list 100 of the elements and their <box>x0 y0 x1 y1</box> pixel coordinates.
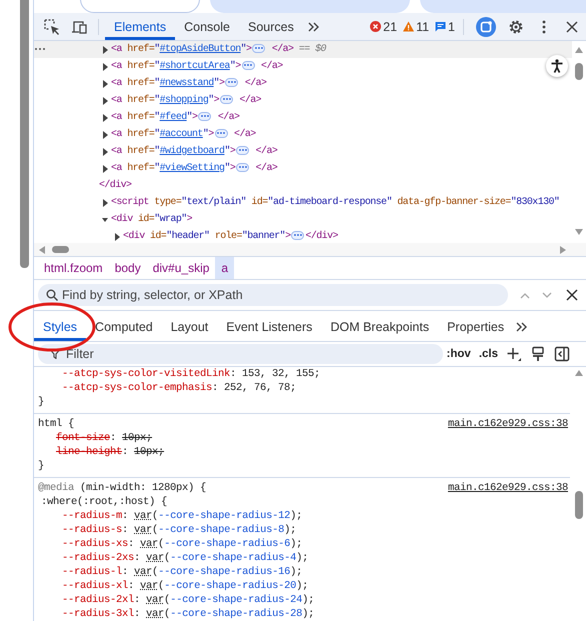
class-toggle[interactable]: .cls <box>474 348 502 360</box>
page-scrollbar[interactable] <box>20 0 29 268</box>
ellipsis-icon <box>238 166 247 168</box>
collapsed-triangle-icon[interactable] <box>102 62 108 70</box>
issue-count[interactable]: 21 <box>383 20 398 34</box>
sidebar-tab[interactable]: Properties <box>438 315 514 341</box>
ellipsis-icon <box>217 132 226 134</box>
person-icon <box>551 59 563 73</box>
dom-node-line[interactable]: <a href="#shopping"> </a> <box>111 94 262 106</box>
closing-brace: } <box>38 396 44 408</box>
assistant-icon[interactable] <box>476 16 496 36</box>
dom-node-line[interactable]: <div id="header" role="banner"> </div> <box>123 230 338 242</box>
dom-node-line[interactable]: <a href="#topAsideButton"> </a> == $0 <box>111 44 326 56</box>
dom-node-line[interactable]: <a href="#widgetboard"> </a> <box>111 146 278 158</box>
css-selector: :where(:root,:host) { <box>41 496 168 508</box>
collapsed-triangle-icon[interactable] <box>102 46 108 54</box>
accessibility-button[interactable] <box>546 55 568 77</box>
href-link[interactable]: #shortcutArea <box>160 61 230 72</box>
sidebar-tab[interactable]: Event Listeners <box>217 315 322 341</box>
href-link[interactable]: #feed <box>160 112 187 124</box>
href-link[interactable]: #widgetboard <box>160 146 224 158</box>
css-property: --atcp-sys-color-visitedLink: 153, 32, 155; <box>61 367 322 381</box>
breadcrumb[interactable]: div#u_skip <box>146 257 216 279</box>
close-icon[interactable] <box>564 18 580 34</box>
collapsed-content-button[interactable] <box>236 162 250 172</box>
scroll-right-icon[interactable] <box>560 246 566 254</box>
collapsed-content-button[interactable] <box>198 112 212 121</box>
collapsed-content-button[interactable] <box>291 230 304 240</box>
scroll-thumb[interactable] <box>575 63 583 80</box>
source-link[interactable]: main.c162e929.css:38 <box>448 481 568 495</box>
dom-node-line[interactable]: <a href="#viewSetting"> </a> <box>111 162 278 174</box>
scroll-up-icon[interactable] <box>575 47 583 53</box>
panel-tab[interactable]: Console <box>175 13 239 40</box>
more-icon[interactable] <box>34 46 46 52</box>
close-icon[interactable] <box>566 289 578 301</box>
sidebar-toggle-icon[interactable] <box>554 346 570 362</box>
inspect-icon[interactable] <box>44 18 60 34</box>
href-link[interactable]: #topAsideButton <box>160 44 241 56</box>
device-toolbar-icon[interactable] <box>71 18 87 34</box>
collapsed-triangle-icon[interactable] <box>102 164 108 172</box>
settings-icon[interactable] <box>508 18 524 34</box>
breadcrumb[interactable]: body <box>108 257 147 279</box>
expanded-triangle-icon[interactable] <box>102 216 108 224</box>
scroll-thumb[interactable] <box>52 246 69 253</box>
collapsed-triangle-icon[interactable] <box>102 148 108 156</box>
dom-node-line[interactable]: <a href="#feed"> </a> <box>111 112 240 124</box>
collapsed-content-button[interactable] <box>242 60 255 70</box>
warning-icon <box>403 21 414 32</box>
css-property: --radius-l: var(--core-shape-radius-16); <box>61 565 304 579</box>
issue-count[interactable]: 11 <box>416 20 430 34</box>
collapsed-content-button[interactable] <box>225 78 238 87</box>
sidebar-tab[interactable]: Layout <box>162 315 218 341</box>
more-tabs-icon[interactable] <box>515 321 528 333</box>
dom-node-line[interactable]: <div id="wrap"> <box>111 214 192 225</box>
href-link[interactable]: #viewSetting <box>160 163 224 174</box>
filter-field[interactable]: Filter <box>38 344 443 364</box>
ellipsis-icon <box>254 47 263 50</box>
paint-roller-icon[interactable] <box>530 346 546 362</box>
collapsed-triangle-icon[interactable] <box>102 80 108 88</box>
collapsed-content-button[interactable] <box>236 146 250 155</box>
collapsed-triangle-icon[interactable] <box>114 232 120 240</box>
scroll-down-icon[interactable] <box>575 229 583 235</box>
ellipsis-icon <box>228 81 236 84</box>
breadcrumb[interactable]: a <box>215 257 234 279</box>
hover-state-toggle[interactable]: :hov <box>442 348 475 360</box>
scroll-left-icon[interactable] <box>39 246 45 254</box>
dom-node-line[interactable]: <a href="#account"> </a> <box>111 128 256 140</box>
collapsed-triangle-icon[interactable] <box>102 114 108 122</box>
dom-node-line[interactable]: <script type="text/plain" id="ad-timeboard-response" data-gfp-banner-size="830x130" <box>111 197 560 208</box>
css-property: --radius-3xl: var(--core-shape-radius-28); <box>61 607 316 621</box>
scroll-thumb[interactable] <box>575 491 583 519</box>
filter-icon <box>50 349 60 359</box>
collapsed-content-button[interactable] <box>220 94 234 104</box>
collapsed-content-button[interactable] <box>252 44 266 53</box>
add-rule-icon[interactable] <box>506 346 522 362</box>
search-icon <box>46 289 58 301</box>
collapsed-triangle-icon[interactable] <box>102 130 108 138</box>
css-property: --radius-s: var(--core-shape-radius-8); <box>61 523 298 537</box>
scroll-up-icon[interactable] <box>575 370 583 376</box>
href-link[interactable]: #shopping <box>160 95 208 106</box>
href-link[interactable]: #account <box>160 129 203 140</box>
more-tabs-icon[interactable] <box>306 20 319 32</box>
dom-node-line[interactable]: <a href="#shortcutArea"> </a> <box>111 60 283 72</box>
sidebar-tab[interactable]: Computed <box>86 315 162 341</box>
dom-node-line[interactable]: <a href="#newsstand"> </a> <box>111 78 266 90</box>
dom-closing-tag: </div> <box>99 180 132 191</box>
css-property: --radius-xl: var(--core-shape-radius-20); <box>61 579 310 593</box>
search-field[interactable]: Find by string, selector, or XPath <box>38 284 508 306</box>
horizontal-scrollbar[interactable] <box>34 243 586 257</box>
collapsed-content-button[interactable] <box>214 128 228 138</box>
sidebar-tab[interactable]: DOM Breakpoints <box>321 315 438 341</box>
panel-tab[interactable]: Sources <box>238 13 303 40</box>
href-link[interactable]: #newsstand <box>160 78 214 90</box>
source-link[interactable]: main.c162e929.css:38 <box>448 417 568 431</box>
selected-row[interactable]: <a href="#topAsideButton"> </a> == $0 <box>34 41 572 58</box>
collapsed-triangle-icon[interactable] <box>102 198 108 206</box>
css-property: line-height: 10px; <box>55 445 166 459</box>
breadcrumb[interactable]: html.fzoom <box>38 257 109 279</box>
collapsed-triangle-icon[interactable] <box>102 96 108 104</box>
issue-count[interactable]: 1 <box>448 20 455 34</box>
